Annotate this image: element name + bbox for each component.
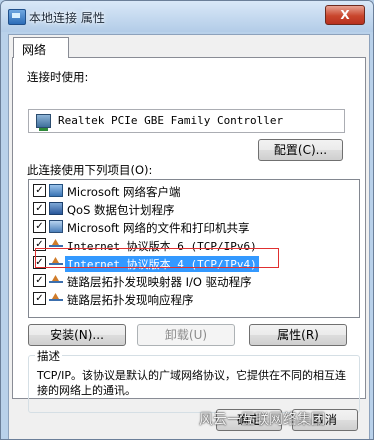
dialog-client-area: 网络 连接时使用: Realtek PCIe GBE Family Contro… [8, 34, 370, 439]
tab-networking-label: 网络 [22, 43, 47, 57]
properties-dialog: 本地连接 属性 X 网络 连接时使用: Realtek PCIe GBE Fam… [0, 0, 374, 440]
list-item[interactable]: ✓ 链路层拓扑发现映射器 I/O 驱动程序 [29, 272, 357, 290]
description-text: TCP/IP。该协议是默认的广域网络协议，它提供在不同的相互连接的网络上的通讯。 [37, 369, 346, 397]
item-label: Internet 协议版本 4 (TCP/IPv4) [65, 256, 259, 272]
network-adapter-icon [36, 114, 51, 131]
item-label: Microsoft 网络客户端 [67, 185, 181, 199]
components-list[interactable]: ✓ Microsoft 网络客户端 ✓ QoS 数据包计划程序 ✓ Micros… [28, 179, 360, 318]
networking-panel: 连接时使用: Realtek PCIe GBE Family Controlle… [12, 57, 366, 413]
item-label: QoS 数据包计划程序 [67, 203, 175, 217]
file-printer-share-icon [49, 220, 63, 233]
connect-using-label: 连接时使用: [27, 70, 89, 84]
item-checkbox[interactable]: ✓ [33, 184, 46, 197]
window-title: 本地连接 属性 [29, 11, 105, 25]
adapter-field: Realtek PCIe GBE Family Controller [28, 109, 345, 133]
list-item[interactable]: ✓ Internet 协议版本 6 (TCP/IPv6) [29, 236, 357, 254]
item-checkbox[interactable]: ✓ [33, 202, 46, 215]
items-list-label: 此连接使用下列项目(O): [27, 163, 153, 177]
install-button[interactable]: 安装(N)... [28, 324, 126, 346]
description-title: 描述 [35, 348, 62, 364]
list-item[interactable]: ✓ Microsoft 网络的文件和打印机共享 [29, 218, 357, 236]
network-connection-icon [8, 9, 26, 25]
network-client-icon [49, 184, 63, 197]
protocol-icon [49, 263, 63, 265]
watermark-text: 风云一互联网络集团 [199, 412, 325, 428]
protocol-icon [49, 245, 63, 247]
tab-networking[interactable]: 网络 [13, 37, 69, 58]
properties-button[interactable]: 属性(R) [249, 324, 347, 346]
list-item-selected[interactable]: ✓ Internet 协议版本 4 (TCP/IPv4) [29, 254, 357, 272]
list-item[interactable]: ✓ 链路层拓扑发现响应程序 [29, 290, 357, 308]
item-checkbox[interactable]: ✓ [33, 292, 46, 305]
protocol-icon [49, 281, 63, 283]
item-checkbox[interactable]: ✓ [33, 238, 46, 251]
close-button[interactable]: X [325, 5, 365, 25]
qos-icon [49, 202, 63, 215]
uninstall-button[interactable]: 卸载(U) [137, 324, 235, 346]
list-item[interactable]: ✓ QoS 数据包计划程序 [29, 200, 357, 218]
adapter-name: Realtek PCIe GBE Family Controller [58, 114, 284, 127]
item-label: 链路层拓扑发现映射器 I/O 驱动程序 [67, 275, 252, 289]
item-checkbox[interactable]: ✓ [33, 256, 46, 269]
item-label: Microsoft 网络的文件和打印机共享 [67, 221, 250, 235]
item-label: 链路层拓扑发现响应程序 [67, 293, 194, 307]
description-group: 描述 TCP/IP。该协议是默认的广域网络协议，它提供在不同的相互连接的网络上的… [28, 348, 360, 413]
protocol-icon [49, 299, 63, 301]
title-bar[interactable]: 本地连接 属性 X [1, 1, 373, 31]
list-item[interactable]: ✓ Microsoft 网络客户端 [29, 182, 357, 200]
item-checkbox[interactable]: ✓ [33, 274, 46, 287]
configure-button[interactable]: 配置(C)... [258, 139, 343, 161]
item-label: Internet 协议版本 6 (TCP/IPv6) [67, 240, 257, 253]
item-checkbox[interactable]: ✓ [33, 220, 46, 233]
